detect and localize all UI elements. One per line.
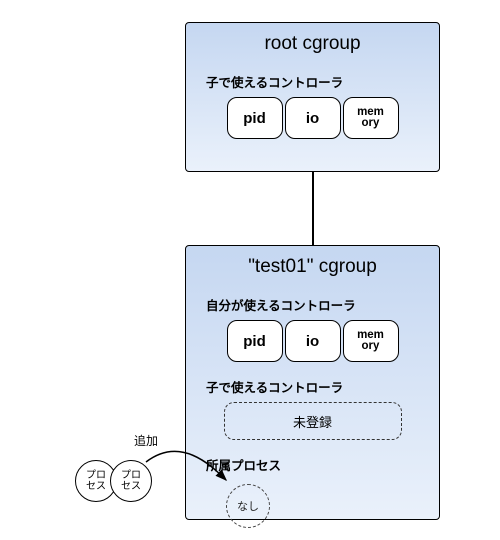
test01-child-ctrl-label: 子で使えるコントローラ [206,377,439,396]
root-controller-row: pid io memory [186,97,439,139]
test01-cgroup-title: "test01" cgroup [186,246,439,280]
child-unregistered-box: 未登録 [224,402,402,440]
hierarchy-connector [312,172,314,245]
controller-memory: memory [343,97,399,139]
controller-io: io [285,97,341,139]
controller-pid: pid [227,97,283,139]
root-cgroup-box: root cgroup 子で使えるコントローラ pid io memory [185,22,440,172]
test01-self-ctrl-label: 自分が使えるコントローラ [206,295,439,314]
test01-self-controller-row: pid io memory [186,320,439,362]
controller-pid: pid [227,320,283,362]
add-arrow [140,444,250,504]
controller-memory: memory [343,320,399,362]
root-cgroup-title: root cgroup [186,23,439,57]
controller-io: io [285,320,341,362]
root-child-ctrl-label: 子で使えるコントローラ [206,72,439,91]
